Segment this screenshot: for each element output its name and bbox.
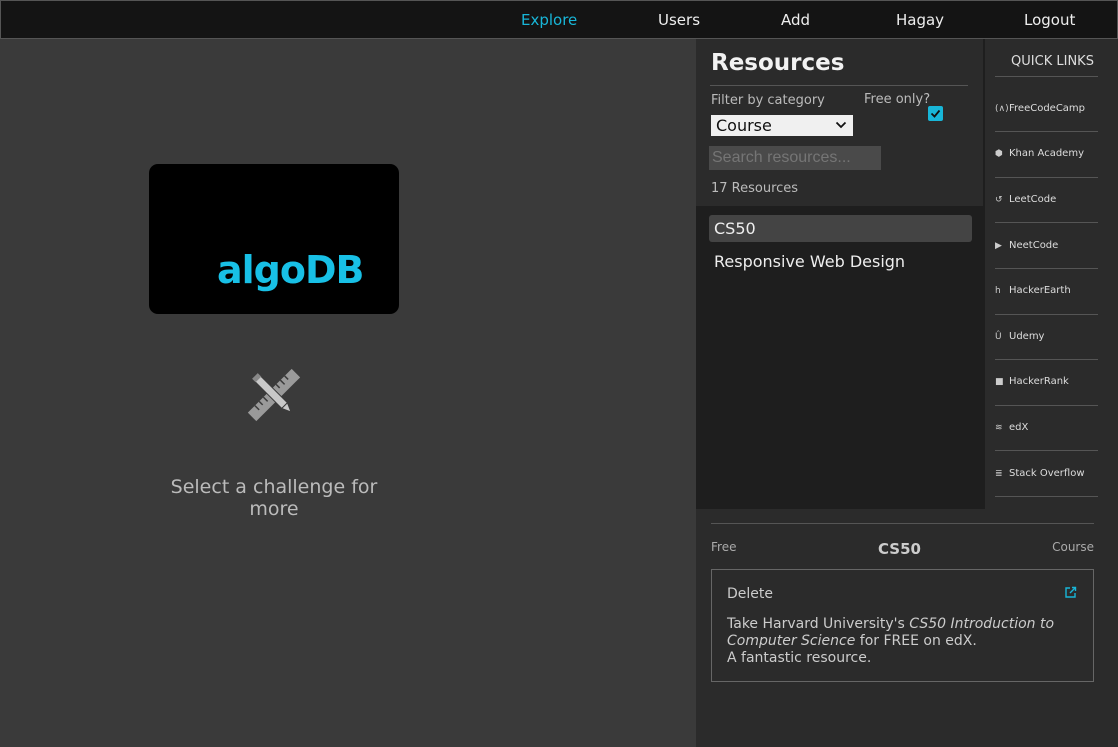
chevron-down-icon (835, 121, 847, 129)
quick-link-freecodecamp[interactable]: (∧)FreeCodeCamp (995, 103, 1085, 114)
nav-add-link[interactable]: Add (781, 11, 810, 29)
divider (995, 496, 1098, 497)
nav-logout-link[interactable]: Logout (1024, 11, 1075, 29)
checkmark-icon (930, 109, 941, 118)
detail-resource-name: CS50 (878, 540, 921, 558)
external-link-icon[interactable] (1064, 586, 1077, 599)
divider (711, 523, 1094, 524)
divider (995, 268, 1098, 269)
detail-free-badge: Free (711, 540, 737, 554)
quick-link-leetcode[interactable]: ↺ LeetCode (995, 194, 1056, 205)
udemy-icon: Û (995, 332, 1002, 342)
detail-description: Take Harvard University's CS50 Introduct… (727, 616, 1055, 666)
hackerearth-icon: h (995, 286, 1001, 296)
select-challenge-hint: Select a challenge for more (170, 476, 378, 520)
freecodecamp-icon: (∧) (995, 104, 1009, 114)
resource-count: 17 Resources (711, 181, 799, 196)
detail-category: Course (1052, 540, 1094, 554)
quick-link-udemy[interactable]: Û Udemy (995, 331, 1044, 342)
quick-link-stack-overflow[interactable]: ≣ Stack Overflow (995, 468, 1085, 479)
divider (995, 314, 1098, 315)
category-select-value: Course (716, 116, 772, 135)
divider (995, 222, 1098, 223)
divider (995, 450, 1098, 451)
search-resources-input[interactable] (709, 146, 881, 170)
resources-title: Resources (711, 50, 845, 76)
delete-button[interactable]: Delete (727, 586, 773, 602)
divider (710, 85, 968, 86)
quick-link-edx[interactable]: ≋ edX (995, 422, 1028, 433)
filter-category-label: Filter by category (711, 93, 825, 108)
resources-panel: Resources Filter by category Free only? … (696, 39, 983, 509)
nav-users-link[interactable]: Users (658, 11, 700, 29)
quick-link-neetcode[interactable]: ▶ NeetCode (995, 240, 1058, 251)
resources-header: Resources Filter by category Free only? … (696, 39, 983, 206)
quick-links-panel: QUICK LINKS (∧)FreeCodeCamp ⬢ Khan Academ… (983, 39, 1118, 509)
divider (995, 131, 1098, 132)
top-navbar: Explore Users Add Hagay Logout (0, 0, 1118, 39)
quick-links-title: QUICK LINKS (1011, 54, 1094, 69)
free-only-label: Free only? (864, 92, 931, 107)
logo-text: algoDB (217, 248, 364, 292)
divider (995, 405, 1098, 406)
category-select[interactable]: Course (711, 115, 853, 136)
khan-academy-icon: ⬢ (995, 149, 1003, 159)
resource-item-cs50[interactable]: CS50 (709, 215, 972, 242)
resource-item-responsive-web-design[interactable]: Responsive Web Design (709, 248, 972, 275)
divider (995, 76, 1098, 77)
pencil-ruler-icon (247, 368, 301, 422)
leetcode-icon: ↺ (995, 195, 1003, 205)
algodb-logo: algoDB (149, 164, 399, 314)
quick-link-hackerearth[interactable]: h HackerEarth (995, 285, 1071, 296)
stack-overflow-icon: ≣ (995, 469, 1003, 479)
detail-card: Delete Take Harvard University's CS50 In… (711, 569, 1094, 682)
edx-icon: ≋ (995, 423, 1003, 433)
divider (995, 177, 1098, 178)
free-only-checkbox[interactable] (928, 106, 943, 121)
main-panel: algoDB Select a challenge for more (0, 39, 696, 747)
quick-link-khan-academy[interactable]: ⬢ Khan Academy (995, 148, 1084, 159)
nav-user-link[interactable]: Hagay (896, 11, 944, 29)
divider (995, 359, 1098, 360)
nav-explore-link[interactable]: Explore (521, 11, 577, 29)
quick-link-hackerrank[interactable]: ■ HackerRank (995, 376, 1069, 387)
hackerrank-icon: ■ (995, 377, 1004, 387)
resource-detail-panel: Free CS50 Course Delete Take Harvard Uni… (696, 509, 1118, 747)
youtube-icon: ▶ (995, 241, 1002, 251)
